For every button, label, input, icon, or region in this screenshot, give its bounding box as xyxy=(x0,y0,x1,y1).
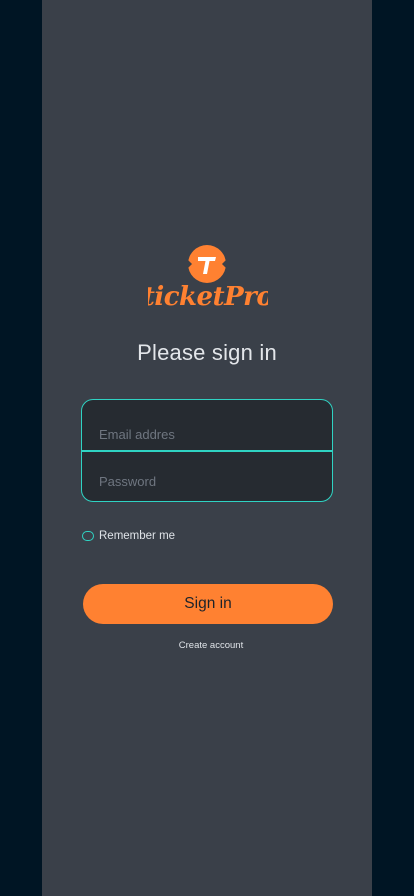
field-divider xyxy=(82,450,332,452)
credentials-field-group xyxy=(81,399,333,502)
password-field[interactable] xyxy=(82,464,332,498)
remember-me-toggle[interactable]: Remember me xyxy=(82,529,175,543)
remember-me-checkbox[interactable] xyxy=(82,531,94,541)
create-account-link[interactable]: Create account xyxy=(42,640,380,652)
svg-text:ticketPro: ticketPro xyxy=(148,282,268,308)
email-field[interactable] xyxy=(82,417,332,451)
app-window: ticketPro Please sign in Remember me Sig… xyxy=(0,0,414,896)
page-title: Please sign in xyxy=(137,340,277,365)
remember-me-label: Remember me xyxy=(99,530,176,542)
ticketpro-logo: ticketPro xyxy=(148,245,268,308)
sign-in-button[interactable]: Sign in xyxy=(83,584,333,624)
